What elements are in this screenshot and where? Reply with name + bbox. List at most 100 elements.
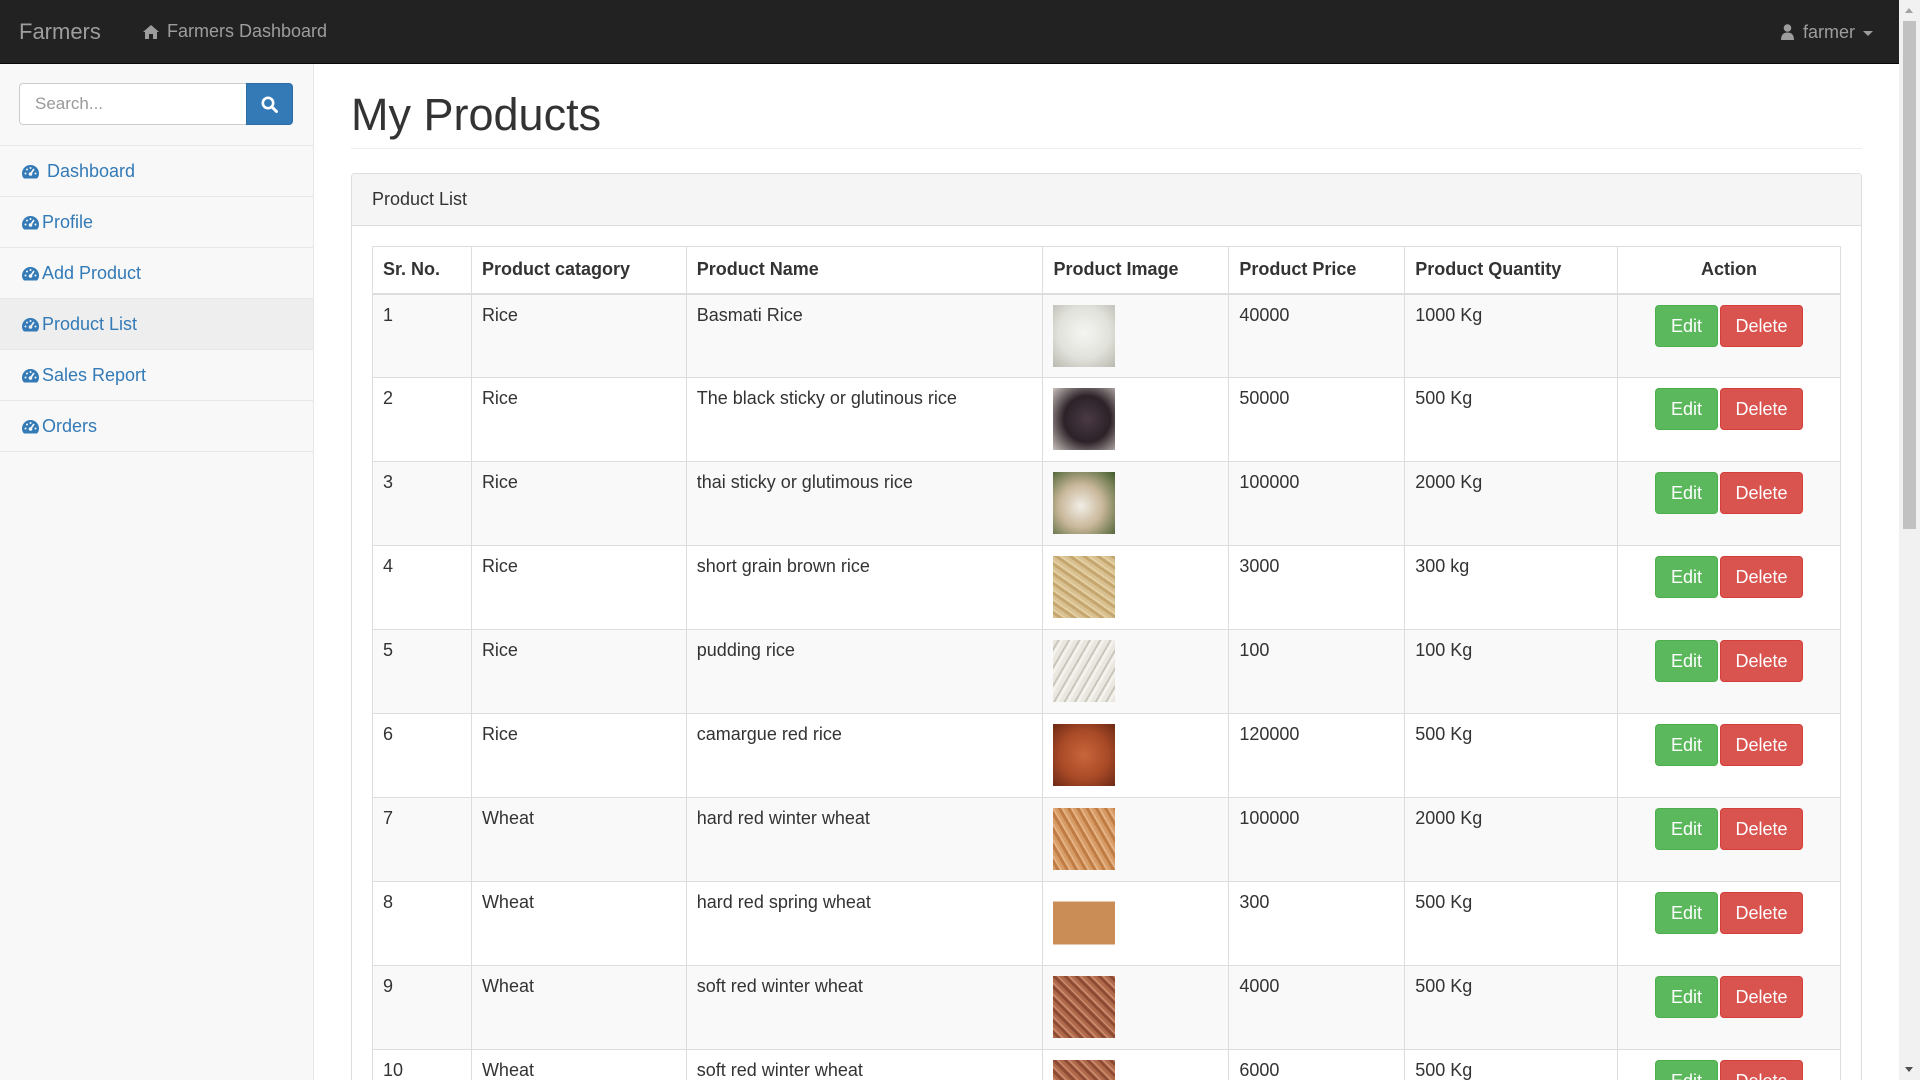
cell-price: 6000 [1228, 1049, 1406, 1080]
scrollbar-thumb[interactable] [1903, 21, 1916, 529]
cell-action: EditDelete [1617, 713, 1841, 798]
header-quantity: Product Quantity [1404, 246, 1619, 295]
table-row: 6 Rice camargue red rice 120000 500 Kg Edit De… [372, 713, 1841, 798]
cell-quantity: 1000 Kg [1404, 293, 1619, 378]
header-sr-no: Sr. No. [372, 246, 472, 295]
brand-logo[interactable]: Farmers [0, 19, 125, 45]
table-row: 5 Rice pudding rice 100 100 Kg Edit Delete [372, 629, 1841, 714]
table-row: 1 Rice Basmati Rice 40000 1000 Kg Edit Delete [372, 293, 1841, 378]
search-icon [261, 96, 278, 113]
sidebar-item-profile[interactable]: Profile [0, 197, 313, 248]
delete-button[interactable]: Delete [1720, 724, 1804, 766]
edit-button[interactable]: Edit [1655, 640, 1719, 682]
sidebar-item-label: Orders [42, 415, 98, 436]
dashboard-icon [22, 215, 39, 229]
top-navbar: Farmers Farmers Dashboard farmer [0, 0, 1899, 64]
cell-category: Rice [470, 293, 687, 378]
cell-action: EditDelete [1617, 461, 1841, 546]
scroll-down-arrow-icon[interactable] [1905, 1067, 1913, 1072]
table-row: 4 Rice short grain brown rice 3000 300 kg Edi… [372, 545, 1841, 630]
user-menu-dropdown[interactable]: farmer [1780, 0, 1873, 64]
edit-button[interactable]: Edit [1655, 1060, 1719, 1080]
cell-image [1042, 461, 1230, 546]
cell-quantity: 500 Kg [1404, 881, 1619, 966]
delete-button[interactable]: Delete [1720, 640, 1804, 682]
cell-sr-no: 3 [372, 461, 472, 546]
cell-quantity: 500 Kg [1404, 965, 1619, 1050]
cell-category: Rice [470, 629, 687, 714]
header-image: Product Image [1042, 246, 1230, 295]
edit-button[interactable]: Edit [1655, 808, 1719, 850]
product-table-body: 1 Rice Basmati Rice 40000 1000 Kg Edit Delete 2… [372, 293, 1841, 1080]
table-header-row: Sr. No. Product catagory Product Name Pr… [372, 246, 1841, 295]
sidebar-item-product-list[interactable]: Product List [0, 299, 313, 350]
cell-quantity: 300 kg [1404, 545, 1619, 630]
cell-name: thai sticky or glutimous rice [685, 461, 1044, 546]
delete-button[interactable]: Delete [1720, 892, 1804, 934]
cell-image [1042, 965, 1230, 1050]
cell-price: 100000 [1228, 797, 1406, 882]
scroll-up-arrow-icon[interactable] [1905, 8, 1913, 13]
cell-name: Basmati Rice [685, 293, 1044, 378]
cell-image [1042, 713, 1230, 798]
delete-button[interactable]: Delete [1720, 472, 1804, 514]
edit-button[interactable]: Edit [1655, 892, 1719, 934]
cell-category: Rice [470, 713, 687, 798]
title-divider [351, 148, 1862, 149]
edit-button[interactable]: Edit [1655, 304, 1719, 347]
cell-sr-no: 5 [372, 629, 472, 714]
sidebar-item-dashboard[interactable]: Dashboard [0, 146, 313, 197]
table-row: 3 Rice thai sticky or glutimous rice 100000… [372, 461, 1841, 546]
nav-link-dashboard[interactable]: Farmers Dashboard [143, 21, 327, 42]
sidebar-item-label: Sales Report [42, 364, 147, 385]
edit-button[interactable]: Edit [1655, 472, 1719, 514]
edit-button[interactable]: Edit [1655, 388, 1719, 430]
delete-button[interactable]: Delete [1720, 1060, 1804, 1080]
sidebar-item-orders[interactable]: Orders [0, 401, 313, 452]
cell-quantity: 500 Kg [1404, 1049, 1619, 1080]
cell-action: EditDelete [1617, 1049, 1841, 1080]
page-scrollbar[interactable] [1899, 0, 1920, 1080]
edit-button[interactable]: Edit [1655, 724, 1719, 766]
home-icon [143, 24, 159, 39]
cell-quantity: 500 Kg [1404, 377, 1619, 462]
cell-price: 300 [1228, 881, 1406, 966]
delete-button[interactable]: Delete [1720, 808, 1804, 850]
edit-button[interactable]: Edit [1655, 556, 1719, 598]
cell-image [1042, 377, 1230, 462]
soft-red-winter-wheat-image [1053, 1060, 1116, 1080]
cell-quantity: 100 Kg [1404, 629, 1619, 714]
search-input[interactable] [19, 83, 246, 125]
basmati-rice-image [1053, 304, 1116, 367]
user-icon [1780, 24, 1794, 40]
edit-button[interactable]: Edit [1655, 976, 1719, 1018]
delete-button[interactable]: Delete [1720, 304, 1804, 347]
delete-button[interactable]: Delete [1720, 388, 1804, 430]
sidebar-item-sales-report[interactable]: Sales Report [0, 350, 313, 401]
cell-price: 4000 [1228, 965, 1406, 1050]
caret-down-icon [1863, 30, 1873, 36]
sidebar-item-add-product[interactable]: Add Product [0, 248, 313, 299]
cell-action: EditDelete [1617, 293, 1841, 378]
search-button[interactable] [246, 83, 293, 125]
cell-price: 3000 [1228, 545, 1406, 630]
delete-button[interactable]: Delete [1720, 556, 1804, 598]
cell-quantity: 2000 Kg [1404, 797, 1619, 882]
dashboard-icon [22, 368, 39, 382]
cell-name: soft red winter wheat [685, 1049, 1044, 1080]
table-row: 2 Rice The black sticky or glutinous rice 5… [372, 377, 1841, 462]
panel-heading: Product List [352, 174, 1861, 226]
cell-category: Rice [470, 461, 687, 546]
cell-category: Wheat [470, 797, 687, 882]
cell-image [1042, 293, 1230, 378]
cell-action: EditDelete [1617, 377, 1841, 462]
cell-sr-no: 7 [372, 797, 472, 882]
user-name: farmer [1802, 21, 1855, 42]
thai-sticky-rice-image [1053, 472, 1116, 534]
sidebar-item-label: Dashboard [47, 160, 136, 181]
sidebar-item-label: Profile [42, 211, 94, 232]
cell-quantity: 2000 Kg [1404, 461, 1619, 546]
dashboard-icon [22, 164, 39, 178]
delete-button[interactable]: Delete [1720, 976, 1804, 1018]
cell-sr-no: 9 [372, 965, 472, 1050]
